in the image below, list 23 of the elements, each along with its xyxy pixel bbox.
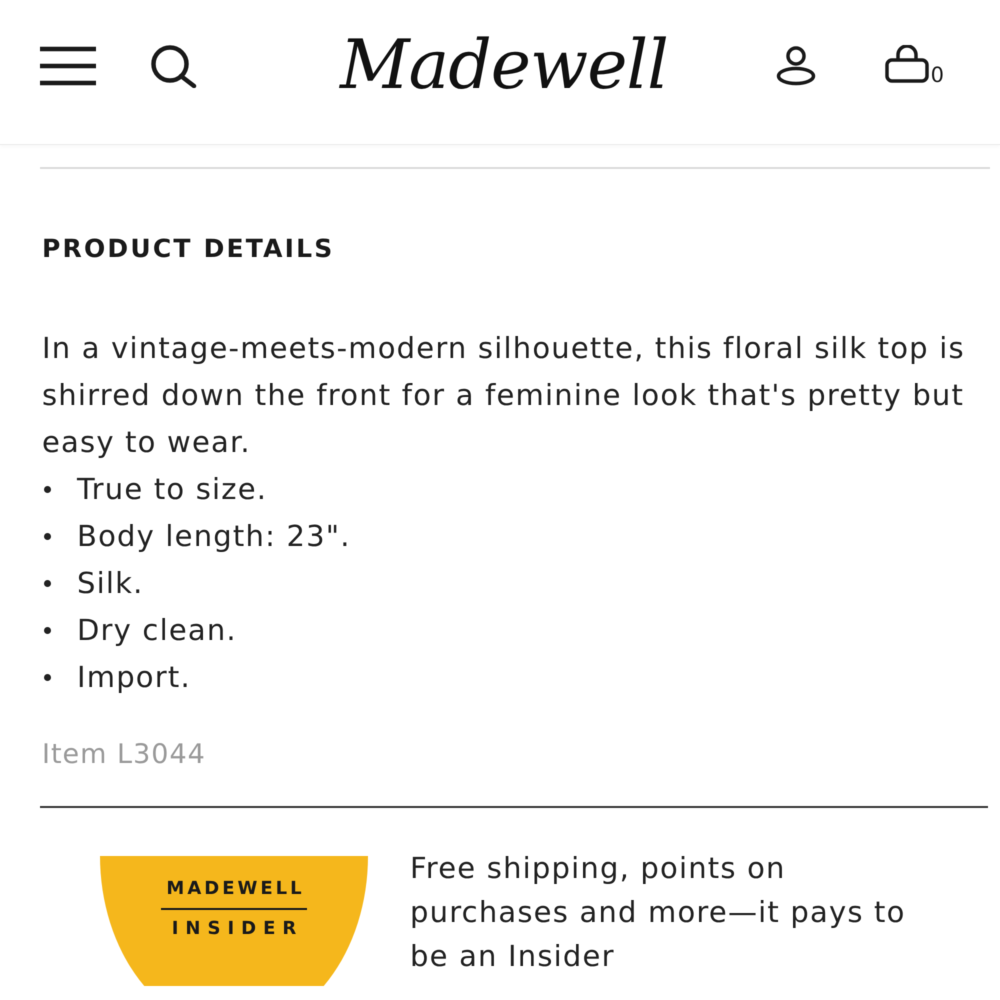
section-heading: PRODUCT DETAILS <box>42 233 336 265</box>
bullet-icon <box>44 486 51 493</box>
badge-title: MADEWELL <box>165 878 305 900</box>
bullet-icon <box>44 674 51 681</box>
bullet-icon <box>44 580 51 587</box>
bullet-text: Import. <box>77 659 191 696</box>
search-icon[interactable] <box>150 44 198 88</box>
bullet-text: Silk. <box>77 565 144 602</box>
badge-subtitle: INSIDER <box>170 918 304 940</box>
promo-text: Free shipping, points on purchases and more—it pays to be an Insider <box>410 850 907 975</box>
bullet-icon <box>44 627 51 634</box>
bullet-text: Body length: 23". <box>77 518 351 555</box>
cart-count: 0 <box>930 63 944 87</box>
menu-icon[interactable] <box>40 46 96 86</box>
bullet-text: True to size. <box>77 471 268 508</box>
insider-badge[interactable]: MADEWELL INSIDER <box>100 856 368 986</box>
bag-icon[interactable] <box>884 45 929 83</box>
item-number: Item L3044 <box>42 738 207 772</box>
person-icon[interactable] <box>774 46 817 86</box>
product-description: In a vintage-meets-modern silhouette, this floral silk top is shirred down the front for a feminine look that's pretty but easy to wear. <box>42 330 966 461</box>
brand-logo[interactable]: Madewell <box>316 28 668 104</box>
bullet-icon <box>44 533 51 540</box>
bullet-text: Dry clean. <box>77 612 237 649</box>
